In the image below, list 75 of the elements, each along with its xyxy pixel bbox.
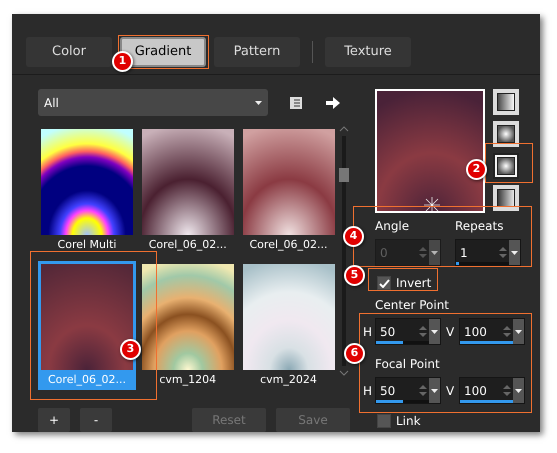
dropdown-button[interactable] (429, 319, 440, 344)
field-label: V (446, 382, 456, 400)
gradient-style-button[interactable] (493, 185, 519, 211)
gradient-name: cvm_2024 (260, 372, 317, 388)
gradient-style-icon (497, 93, 515, 111)
gradient-style-icon (497, 125, 515, 143)
checkbox-label: Invert (396, 275, 432, 292)
tab[interactable]: Texture (325, 37, 411, 67)
spin-field[interactable]: 100 (459, 377, 525, 404)
level-bar (460, 400, 513, 403)
highlight-frame (485, 143, 533, 183)
dropdown-button[interactable] (513, 378, 524, 403)
gradient-item[interactable]: Corel Multi (38, 126, 136, 255)
spin-field[interactable]: 50 (375, 318, 441, 345)
section-label: Focal Point (374, 357, 440, 371)
field-label: V (446, 324, 456, 340)
field-value: 100 (464, 382, 488, 400)
dropdown-button[interactable] (513, 319, 524, 344)
action-button[interactable]: - (80, 408, 112, 432)
stepper-icon[interactable] (503, 325, 511, 338)
scrollbar-thumb[interactable] (339, 168, 350, 182)
gradient-style-icon (497, 157, 515, 175)
checkbox-label: Link (396, 413, 421, 430)
section-label: Center Point (374, 298, 449, 312)
checkbox-box[interactable] (377, 276, 391, 290)
checkbox-box[interactable] (377, 414, 391, 428)
chevron-down-icon[interactable] (339, 370, 350, 376)
checkbox[interactable]: Link (377, 412, 525, 430)
caret-down-icon (515, 388, 522, 392)
dropdown-button[interactable] (429, 378, 440, 403)
gradient-item[interactable]: Corel_06_02... (240, 126, 338, 255)
gradient-name: Corel_06_02... (48, 372, 126, 388)
category-dropdown[interactable]: All (38, 89, 268, 116)
gradient-name: cvm_1204 (159, 372, 216, 388)
gradient-style-button[interactable] (493, 153, 519, 179)
field-value: 50 (380, 324, 396, 340)
list-icon[interactable] (290, 96, 302, 108)
stepper-icon[interactable] (503, 384, 511, 397)
field-value: 100 (464, 324, 488, 340)
level-bar (460, 341, 513, 344)
stepper-icon[interactable] (419, 384, 427, 397)
stepper-icon[interactable] (419, 325, 427, 338)
field-label: H (363, 324, 372, 340)
field-value: 0 (380, 244, 389, 262)
gradient-style-button[interactable] (493, 121, 519, 147)
field-label: Repeats (455, 218, 504, 235)
caret-down-icon (255, 100, 262, 104)
caret-down-icon (431, 250, 438, 254)
caret-down-icon (515, 330, 522, 334)
field-value: 50 (380, 382, 396, 400)
caret-down-icon (431, 330, 438, 334)
gradient-style-icon (497, 189, 515, 207)
caret-down-icon (511, 250, 518, 254)
action-button[interactable]: + (38, 408, 70, 432)
gradient-name: Corel_06_02... (250, 237, 328, 253)
chevron-up-icon[interactable] (339, 126, 350, 132)
checkbox[interactable]: Invert (377, 274, 525, 292)
field-label: H (363, 382, 372, 400)
gradient-name: Corel_06_02... (148, 237, 227, 253)
gradient-name: Corel Multi (58, 237, 116, 253)
caret-down-icon (431, 388, 438, 392)
spin-field[interactable]: 100 (459, 318, 525, 345)
gradient-item[interactable]: cvm_1204 (138, 261, 237, 390)
gradient-style-button[interactable] (493, 89, 519, 115)
stepper-icon[interactable] (499, 246, 507, 259)
gradient-item[interactable]: Corel_06_02... (138, 126, 237, 255)
spin-field[interactable]: 50 (375, 377, 441, 404)
field-value: 1 (460, 244, 469, 262)
gradient-item[interactable]: cvm_2024 (240, 261, 338, 390)
tab[interactable]: Color (26, 37, 112, 67)
arrow-right-icon[interactable] (326, 96, 340, 108)
dropdown-button[interactable] (509, 240, 520, 265)
spin-field[interactable]: 1 (455, 239, 521, 266)
tab[interactable]: Pattern (214, 37, 300, 67)
field-label: Angle (375, 218, 410, 235)
